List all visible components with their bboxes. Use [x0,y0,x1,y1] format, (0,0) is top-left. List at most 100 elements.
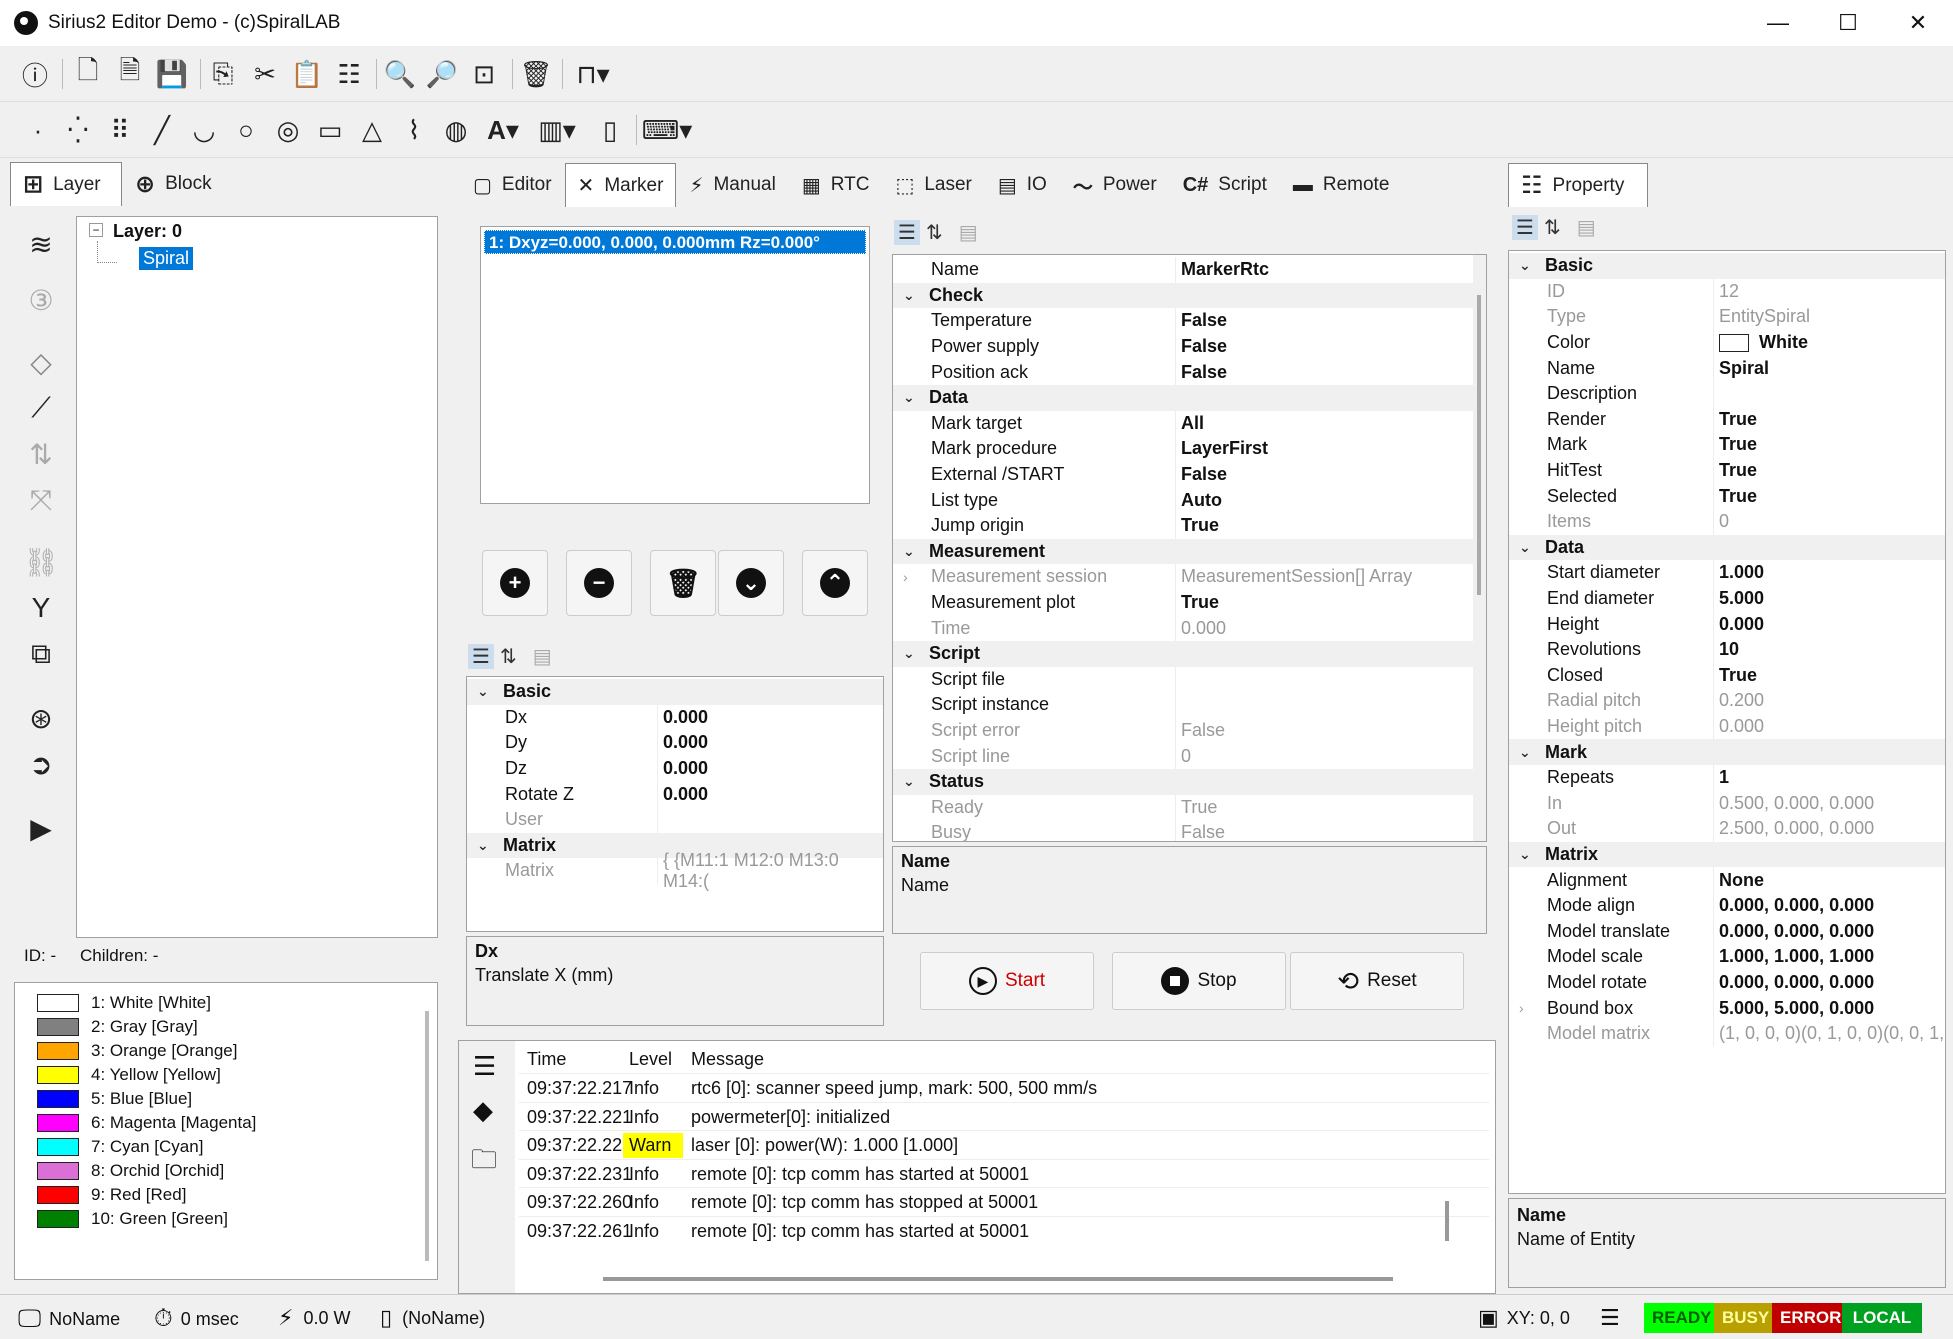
property-row[interactable]: Name MarkerRtc [893,257,1486,283]
path-icon[interactable]: ⟋ [21,388,61,428]
eraser-icon[interactable]: ◆ [473,1095,493,1126]
tree-layer-node[interactable]: Layer: 0 [113,221,182,242]
move-up-button[interactable]: ⌃ [802,550,868,616]
collapse-icon[interactable]: − [89,223,103,237]
property-row[interactable]: Script line 0 [893,743,1486,769]
property-row[interactable]: Busy False [893,820,1486,841]
log-row[interactable]: 09:37:22.261 Info remote [0]: tcp comm has… [519,1215,1489,1244]
tab-editor[interactable]: ▢ Editor [460,163,565,207]
log-row[interactable]: 09:37:22.260 Info remote [0]: tcp comm has… [519,1187,1489,1215]
zoom-out-icon[interactable]: 🔍 [382,56,418,92]
spiral-icon[interactable]: ◎ [270,112,306,148]
open-document-icon[interactable]: 🗎 [112,55,148,92]
chevron-down-icon[interactable]: ⌄ [1519,257,1531,274]
chevron-right-icon[interactable]: › [903,569,908,585]
property-row[interactable]: Name Spiral [1509,355,1945,381]
categorized-icon[interactable]: ☰ [468,643,494,669]
tab-laser[interactable]: ⬚ Laser [882,163,984,207]
property-row[interactable]: Model matrix (1, 0, 0, 0)(0, 1, 0, 0)(0, … [1509,1021,1945,1047]
sort-icon[interactable]: ⇅ [21,434,61,474]
paste-array-icon[interactable]: ☷ [331,56,367,92]
property-row[interactable]: List type Auto [893,487,1486,513]
property-row[interactable]: Dz 0.000 [467,755,883,782]
property-row[interactable]: Closed True [1509,662,1945,689]
log-row[interactable]: 09:37:22.228 Warn laser [0]: power(W): 1.0… [519,1130,1489,1158]
folder-icon[interactable]: 🗀 [471,1141,497,1185]
tab-marker[interactable]: ✕ Marker [564,163,677,207]
tab-script[interactable]: C# Script [1170,163,1280,207]
layers-icon[interactable]: ≋ [21,224,61,264]
tab-remote[interactable]: ▬ Remote [1280,163,1403,207]
alphabetical-icon[interactable]: ⇅ [500,644,517,669]
jump-out-icon[interactable]: ➲ [21,744,61,784]
clear-offset-button[interactable]: 🗑 [650,550,716,616]
property-row[interactable]: Mark procedure LayerFirst [893,436,1486,462]
add-offset-button[interactable]: + [482,550,548,616]
property-row[interactable]: Mark True [1509,432,1945,458]
property-row[interactable]: Model translate 0.000, 0.000, 0.000 [1509,918,1945,945]
start-button[interactable]: ▶ Start [920,952,1094,1010]
property-row[interactable]: Repeats 1 [1509,765,1945,791]
property-row[interactable]: Items 0 [1509,509,1945,535]
chevron-down-icon[interactable]: ⌄ [903,389,915,406]
property-row[interactable]: Script instance [893,692,1486,718]
copy-icon[interactable]: ⎘ [205,56,241,92]
property-row[interactable]: Selected True [1509,483,1945,509]
property-row[interactable]: Type EntitySpiral [1509,304,1945,330]
move-down-button[interactable]: ⌄ [718,550,784,616]
group-icon[interactable]: ⧉ [21,634,61,674]
log-list-icon[interactable]: ☰ [473,1051,496,1082]
chevron-right-icon[interactable]: › [1519,1000,1524,1016]
info-icon[interactable]: ⓘ [17,56,53,92]
chevron-down-icon[interactable]: ⌄ [1519,846,1531,863]
property-category[interactable]: ⌄ Measurement [893,538,1486,565]
property-category[interactable]: ⌄ Matrix [1509,841,1945,868]
zoom-in-icon[interactable]: 🔎 [424,56,460,92]
barcode-dropdown-icon[interactable]: ▥▾ [532,112,582,148]
property-row[interactable]: Start diameter 1.000 [1509,560,1945,586]
property-category[interactable]: ⌄ Status [893,769,1486,795]
play-list-icon[interactable]: ▶ [21,808,61,848]
property-row[interactable]: Radial pitch 0.200 [1509,688,1945,714]
property-row[interactable]: Temperature False [893,308,1486,334]
cut-icon[interactable]: ✂ [247,56,283,92]
property-category[interactable]: ⌄ Check [893,282,1486,309]
reset-button[interactable]: ⟲ Reset [1290,952,1464,1010]
minimize-button[interactable]: — [1743,0,1813,46]
chevron-down-icon[interactable]: ⌄ [1519,744,1531,761]
property-row[interactable]: Model scale 1.000, 1.000, 1.000 [1509,944,1945,970]
property-row[interactable]: Position ack False [893,359,1486,385]
property-row[interactable]: Matrix { {M11:1 M12:0 M13:0 M14:( [467,850,883,891]
alphabetical-icon[interactable]: ⇅ [926,220,943,245]
tab-property[interactable]: ☷ Property [1508,163,1648,207]
property-row[interactable]: Model rotate 0.000, 0.000, 0.000 [1509,969,1945,996]
log-row[interactable]: 09:37:22.221 Info powermeter[0]: initializ… [519,1101,1489,1130]
property-row[interactable]: › Bound box 5.000, 5.000, 0.000 [1509,995,1945,1021]
control-dropdown-icon[interactable]: ⌨▾ [642,112,693,148]
3d-icon[interactable]: ③ [21,280,61,320]
chevron-down-icon[interactable]: ⌄ [477,837,489,854]
property-category[interactable]: ⌄ Data [1509,534,1945,561]
raster-icon[interactable]: ⠿ [102,112,138,148]
log-row[interactable]: 09:37:22.217 Info rtc6 [0]: scanner speed … [519,1073,1489,1101]
chevron-down-icon[interactable]: ⌄ [903,543,915,560]
tab-layer[interactable]: ⊞ Layer [10,162,122,206]
paste-icon[interactable]: 📋 [289,56,325,92]
save-icon[interactable]: 💾 [154,56,190,92]
property-category[interactable]: ⌄ Data [893,385,1486,411]
chevron-down-icon[interactable]: ⌄ [903,287,915,304]
chevron-down-icon[interactable]: ⌄ [1519,539,1531,556]
property-row[interactable]: Out 2.500, 0.000, 0.000 [1509,816,1945,842]
property-row[interactable]: In 0.500, 0.000, 0.000 [1509,790,1945,817]
property-pages-icon[interactable]: ▤ [959,220,978,245]
property-row[interactable]: Time 0.000 [893,615,1486,641]
property-row[interactable]: Color White [1509,329,1945,356]
property-row[interactable]: Dx 0.000 [467,704,883,731]
triangle-icon[interactable]: △ [354,112,390,148]
property-row[interactable]: ID 12 [1509,278,1945,305]
property-row[interactable]: Height pitch 0.000 [1509,713,1945,740]
chevron-down-icon[interactable]: ⌄ [477,683,489,700]
property-row[interactable]: Description [1509,381,1945,407]
property-row[interactable]: Mark target All [893,410,1486,437]
link-icon[interactable]: ⛓ [21,542,61,582]
